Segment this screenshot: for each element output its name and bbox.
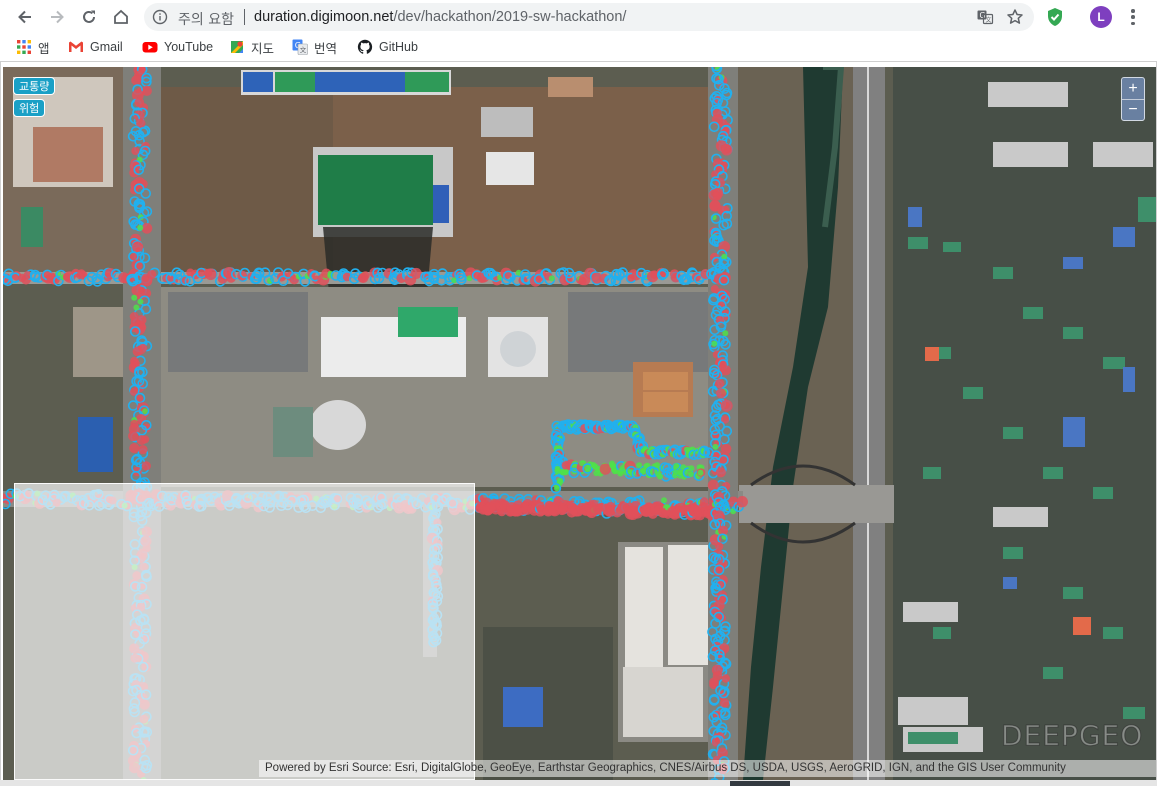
- layer-button-traffic[interactable]: 교통량: [13, 77, 56, 95]
- bookmark-github[interactable]: GitHub: [357, 38, 418, 56]
- svg-text:文: 文: [300, 45, 307, 54]
- github-icon: [357, 39, 373, 54]
- bookmark-translate[interactable]: G文 번역: [292, 38, 337, 56]
- translate-icon: G文: [292, 39, 308, 55]
- home-button[interactable]: [108, 5, 134, 29]
- arrow-left-icon: [18, 10, 31, 24]
- map-attribution: Powered by Esri Source: Esri, DigitalGlo…: [259, 760, 1156, 777]
- bookmark-youtube[interactable]: YouTube: [142, 38, 213, 56]
- gmail-icon: [69, 41, 83, 52]
- profile-avatar[interactable]: L: [1090, 6, 1112, 28]
- map-watermark: DEEPGEO: [1000, 719, 1144, 753]
- bookmark-apps[interactable]: 앱: [16, 38, 50, 56]
- youtube-icon: [142, 42, 158, 53]
- bookmark-label: 앱: [38, 41, 50, 56]
- reload-button[interactable]: [76, 5, 102, 29]
- bookmark-maps[interactable]: 지도: [229, 38, 274, 56]
- more-vert-icon[interactable]: [1124, 7, 1142, 27]
- maps-icon: [231, 41, 243, 53]
- url-text[interactable]: duration.digimoon.net/dev/hackathon/2019…: [254, 9, 626, 25]
- reload-icon: [83, 10, 95, 23]
- forward-button[interactable]: [44, 5, 70, 29]
- address-bar[interactable]: 주의 요함 duration.digimoon.net/dev/hackatho…: [144, 3, 1034, 31]
- star-icon[interactable]: [1006, 8, 1024, 26]
- info-overlay-panel: [14, 483, 475, 780]
- omnibox-divider: [244, 9, 245, 25]
- satellite-map[interactable]: 교통량 위험 + − DEEPGEO Powered by Esri Sourc…: [3, 67, 1156, 780]
- bookmark-label: YouTube: [164, 40, 214, 54]
- horizontal-scrollbar-thumb[interactable]: [730, 781, 790, 786]
- security-warning[interactable]: 주의 요함: [178, 9, 234, 29]
- zoom-in-button[interactable]: +: [1122, 78, 1144, 99]
- home-icon: [114, 9, 128, 24]
- bookmark-label: Gmail: [90, 40, 123, 54]
- bookmark-label: 지도: [251, 41, 275, 56]
- apps-grid-icon: [17, 40, 31, 54]
- arrow-right-icon: [51, 10, 64, 24]
- shield-check-icon[interactable]: [1046, 7, 1064, 27]
- bookmark-label: GitHub: [379, 40, 418, 54]
- layer-button-risk[interactable]: 위험: [13, 99, 46, 117]
- zoom-out-button[interactable]: −: [1122, 99, 1144, 120]
- bookmark-label: 번역: [314, 41, 338, 56]
- url-path: /dev/hackathon/2019-sw-hackathon/: [393, 9, 627, 25]
- info-icon[interactable]: [152, 9, 168, 25]
- url-host: duration.digimoon.net: [254, 9, 394, 25]
- browser-toolbar: 주의 요함 duration.digimoon.net/dev/hackatho…: [0, 0, 1157, 34]
- bottom-strip: [0, 780, 1157, 786]
- translate-icon[interactable]: G文: [976, 8, 994, 26]
- back-button[interactable]: [12, 5, 38, 29]
- bookmarks-bar: 앱 Gmail YouTube 지도 G文 번역 GitHub: [0, 34, 1157, 60]
- bookmark-gmail[interactable]: Gmail: [68, 38, 123, 56]
- svg-text:文: 文: [986, 16, 992, 24]
- zoom-control: + −: [1121, 77, 1145, 121]
